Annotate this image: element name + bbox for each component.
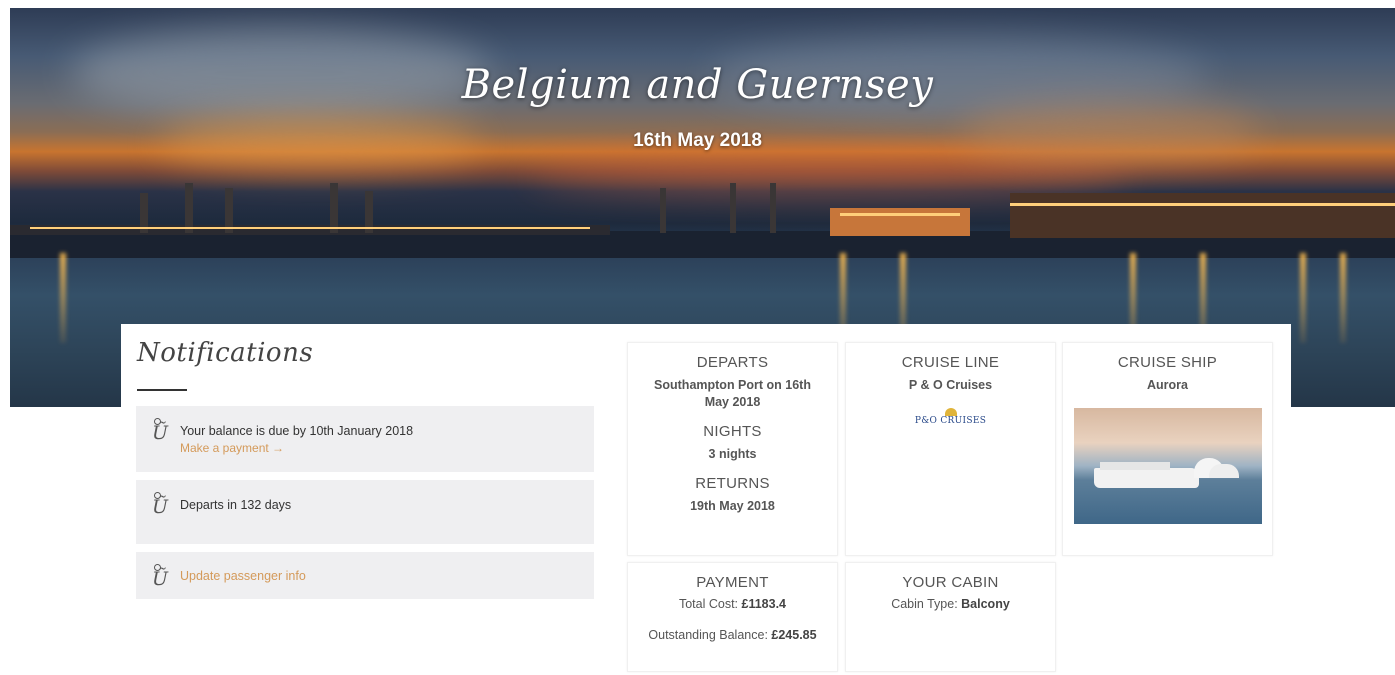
notifications-heading: Notifications [137,338,314,368]
logo-text: P&O CRUISES [914,416,987,426]
update-passenger-link[interactable]: Update passenger info [180,569,306,583]
port-skyline [10,183,1395,258]
total-cost-label: Total Cost: [678,597,739,611]
outstanding-balance-label: Outstanding Balance: [648,628,768,642]
trip-title: Belgium and Guernsey [461,62,934,108]
notification-departure: Ũ Departs in 132 days [136,480,594,544]
cruise-line-value: P & O Cruises [908,378,993,392]
heading-divider [137,389,187,391]
po-cruises-logo: P&O CRUISES [846,408,1055,426]
notification-passenger: Ũ Update passenger info [136,552,594,599]
info-icon: Ũ [150,418,168,444]
trip-date: 16th May 2018 [633,130,762,151]
nights-value: 3 nights [708,447,757,461]
info-icon: Ũ [150,564,168,590]
info-icon: Ũ [150,492,168,518]
ship-photo [1073,408,1262,524]
cruise-line-label: CRUISE LINE [901,354,1000,371]
cruise-ship-value: Aurora [1147,378,1188,392]
notification-balance: Ũ Your balance is due by 10th January 20… [136,406,594,472]
trip-details-card: Notifications Ũ Your balance is due by 1… [121,324,1291,675]
cabin-type-value: Balcony [961,597,1010,611]
departs-box: DEPARTS Southampton Port on 16th May 201… [627,342,838,556]
outstanding-balance-value: £245.85 [771,628,817,642]
departs-label: DEPARTS [696,354,769,371]
total-cost-value: £1183.4 [741,597,787,611]
make-payment-link[interactable]: Make a payment → [180,441,284,455]
cruise-ship-box: CRUISE SHIP Aurora [1062,342,1273,556]
departs-value: Southampton Port on 16th May 2018 [654,378,811,409]
cruise-ship-label: CRUISE SHIP [1117,354,1218,371]
notification-text: Departs in 132 days [180,498,292,512]
notification-text: Your balance is due by 10th January 2018 [180,424,414,438]
cabin-label: YOUR CABIN [902,574,999,591]
returns-label: RETURNS [695,475,770,492]
cruise-line-box: CRUISE LINE P & O Cruises P&O CRUISES [845,342,1056,556]
payment-label: PAYMENT [696,574,769,591]
payment-box: PAYMENT Total Cost: £1183.4 Outstanding … [627,562,838,672]
cabin-box: YOUR CABIN Cabin Type: Balcony [845,562,1056,672]
returns-value: 19th May 2018 [690,499,775,513]
cabin-type-label: Cabin Type: [891,597,958,611]
nights-label: NIGHTS [703,423,762,440]
